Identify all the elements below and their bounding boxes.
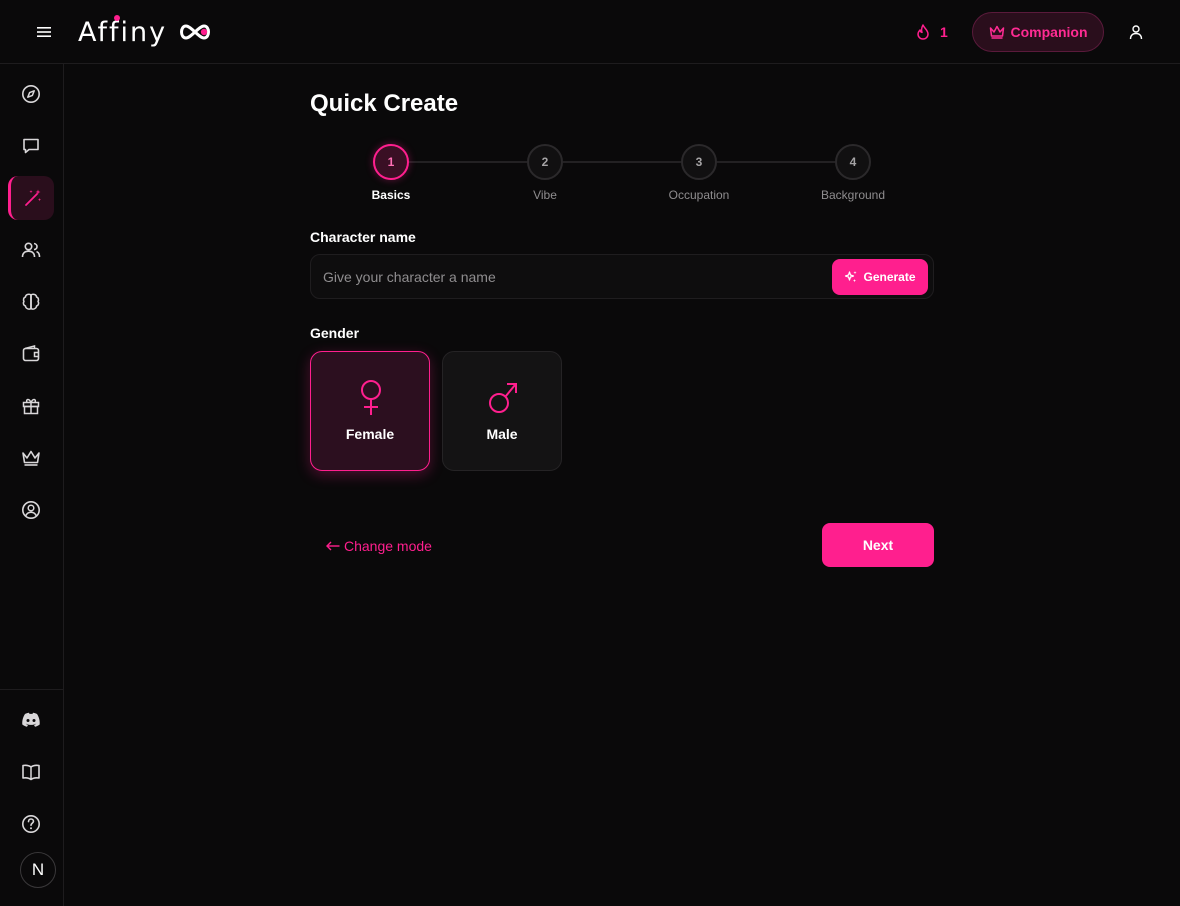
character-name-input[interactable] [323,255,823,298]
change-mode-label: Change mode [344,538,432,554]
sidebar-item-discord[interactable] [8,698,54,742]
gender-option-female[interactable]: Female [310,351,430,471]
gender-label: Gender [310,325,360,341]
compass-icon [22,85,40,103]
brain-icon [22,293,40,310]
male-symbol-icon [483,378,523,418]
sidebar-item-rewards[interactable] [8,384,54,428]
sidebar-divider [0,689,64,690]
character-name-field: Generate [310,254,934,299]
step-label: Background [820,188,886,202]
user-circle-icon [22,501,40,519]
step-label: Basics [371,188,411,202]
step-background[interactable]: 4 Background [803,144,903,202]
sidebar-item-profile[interactable] [8,488,54,532]
generate-name-button[interactable]: Generate [832,259,928,295]
user-menu-button[interactable] [1125,21,1147,43]
help-icon [22,815,40,833]
streak-count: 1 [940,24,948,40]
gender-option-male[interactable]: Male [442,351,562,471]
gift-icon [22,398,40,415]
stepper: 1 Basics 2 Vibe 3 Occupation 4 Backgroun… [310,144,934,204]
wallet-icon [22,345,40,362]
sidebar-item-memory[interactable] [8,280,54,324]
book-icon [22,764,40,781]
sidebar-item-premium[interactable] [8,436,54,480]
crown-icon [22,450,40,466]
menu-button[interactable] [32,22,56,42]
logo[interactable]: Affiny [78,14,213,50]
arrow-left-icon [326,541,340,551]
companion-button[interactable]: Companion [972,12,1104,52]
step-basics[interactable]: 1 Basics [341,144,441,202]
logo-heart-dot [114,15,120,21]
female-symbol-icon [351,378,391,418]
page-title: Quick Create [310,90,459,117]
change-mode-link[interactable]: Change mode [326,536,432,556]
companion-label: Companion [1010,24,1088,40]
avatar-letter: N [31,860,45,879]
chat-icon [23,138,39,154]
sidebar-item-create[interactable] [8,176,54,220]
sidebar-item-wallet[interactable] [8,332,54,376]
step-number: 3 [681,144,717,180]
user-icon [1129,25,1143,40]
crown-icon [989,25,1004,39]
discord-icon [22,712,40,727]
logo-text: Affiny [78,16,168,48]
step-occupation[interactable]: 3 Occupation [649,144,749,202]
step-vibe[interactable]: 2 Vibe [495,144,595,202]
sidebar-item-characters[interactable] [8,228,54,272]
hamburger-menu-icon [37,27,51,37]
step-number: 4 [835,144,871,180]
generate-label: Generate [863,270,916,284]
sidebar: N [0,64,64,906]
next-button[interactable]: Next [822,523,934,567]
sidebar-item-help[interactable] [8,802,54,846]
sparkles-icon [845,271,858,283]
step-number: 2 [527,144,563,180]
sidebar-item-explore[interactable] [8,72,54,116]
character-name-label: Character name [310,229,416,245]
sidebar-item-docs[interactable] [8,750,54,794]
infinity-logo-icon [180,24,211,40]
magic-wand-icon [24,189,41,206]
step-label: Vibe [533,188,557,202]
avatar[interactable]: N [20,852,56,888]
sidebar-item-chats[interactable] [8,124,54,168]
gender-option-label: Male [486,426,518,442]
gender-option-label: Female [345,426,395,442]
streak-counter[interactable]: 1 [916,22,948,42]
top-bar: Affiny 1 Companion [0,0,1180,64]
step-label: Occupation [668,188,730,202]
users-icon [21,242,41,258]
step-number: 1 [373,144,409,180]
flame-icon [917,24,929,40]
